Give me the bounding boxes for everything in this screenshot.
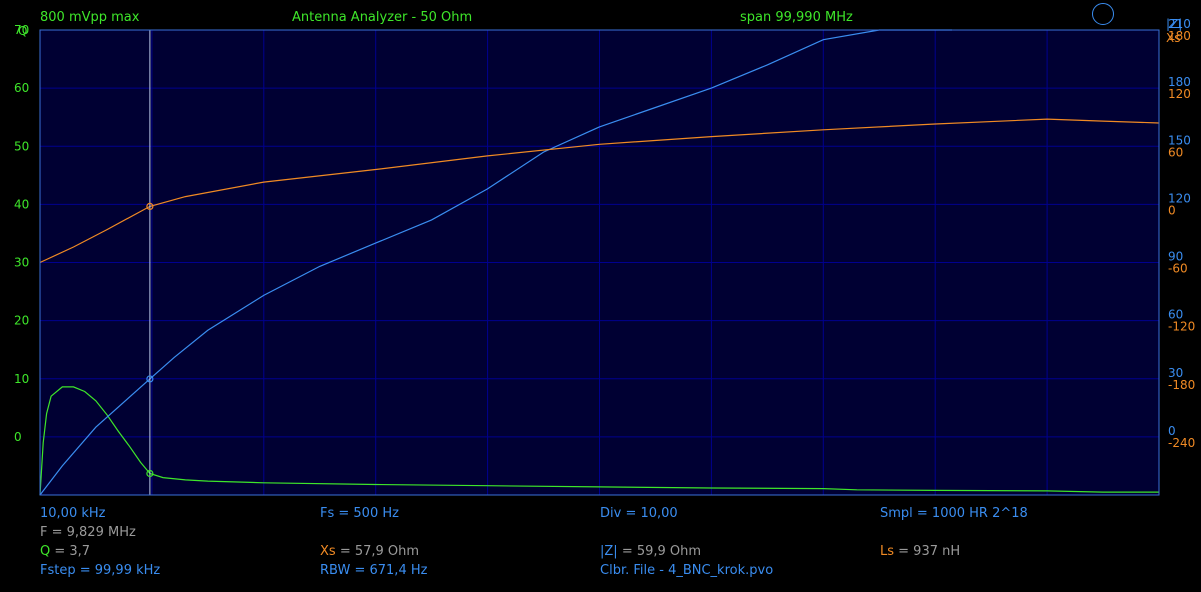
z-axis-title: |Z| <box>1166 17 1182 31</box>
ls-readout: Ls = 937 nH <box>880 544 960 560</box>
z-readout-label: |Z| <box>600 544 618 559</box>
q-readout-value: = 3,7 <box>54 544 91 559</box>
q-tick-label: 20 <box>14 314 29 328</box>
q-tick-label: 10 <box>14 372 29 386</box>
xs-tick-label: -240 <box>1168 436 1195 450</box>
analyzer-chart[interactable]: 706050403020100 2101801501209060300 1801… <box>0 0 1201 592</box>
xs-readout: Xs = 57,9 Ohm <box>320 544 419 560</box>
q-readout-label: Q <box>40 544 51 559</box>
q-tick-label: 0 <box>14 430 22 444</box>
xs-readout-value: = 57,9 Ohm <box>339 544 420 559</box>
q-readout: Q = 3,7 <box>40 544 90 560</box>
division: Div = 10,00 <box>600 506 678 521</box>
q-tick-label: 40 <box>14 197 29 211</box>
xs-tick-label: 120 <box>1168 87 1191 101</box>
q-axis-ticks: 706050403020100 <box>14 23 29 444</box>
q-tick-label: 50 <box>14 139 29 153</box>
xs-axis-title: Xs <box>1166 31 1180 45</box>
frequency-step: Fstep = 99,99 kHz <box>40 563 161 578</box>
z-readout: |Z| = 59,9 Ohm <box>600 544 701 560</box>
q-tick-label: 30 <box>14 256 29 270</box>
sample-rate: Fs = 500 Hz <box>320 506 399 521</box>
calibration-file: Clbr. File - 4_BNC_krok.pvo <box>600 563 774 578</box>
q-axis-title: Q <box>18 24 27 38</box>
xs-tick-label: -60 <box>1168 262 1188 276</box>
ls-readout-value: = 937 nH <box>898 544 961 559</box>
ls-readout-label: Ls <box>880 544 895 559</box>
z-axis-ticks: 2101801501209060300 <box>1168 17 1191 438</box>
xs-axis-ticks: 180120600-60-120-180-240 <box>1168 29 1195 450</box>
sampling: Smpl = 1000 HR 2^18 <box>880 506 1028 521</box>
xs-readout-label: Xs <box>320 544 336 559</box>
xs-tick-label: 60 <box>1168 145 1183 159</box>
z-readout-value: = 59,9 Ohm <box>621 544 702 559</box>
xs-tick-label: 0 <box>1168 203 1176 217</box>
start-frequency: 10,00 kHz <box>40 506 106 521</box>
xs-tick-label: -180 <box>1168 378 1195 392</box>
resolution-bandwidth: RBW = 671,4 Hz <box>320 563 428 578</box>
q-tick-label: 60 <box>14 81 29 95</box>
xs-tick-label: -120 <box>1168 320 1195 334</box>
cursor-frequency: F = 9,829 MHz <box>40 525 136 540</box>
